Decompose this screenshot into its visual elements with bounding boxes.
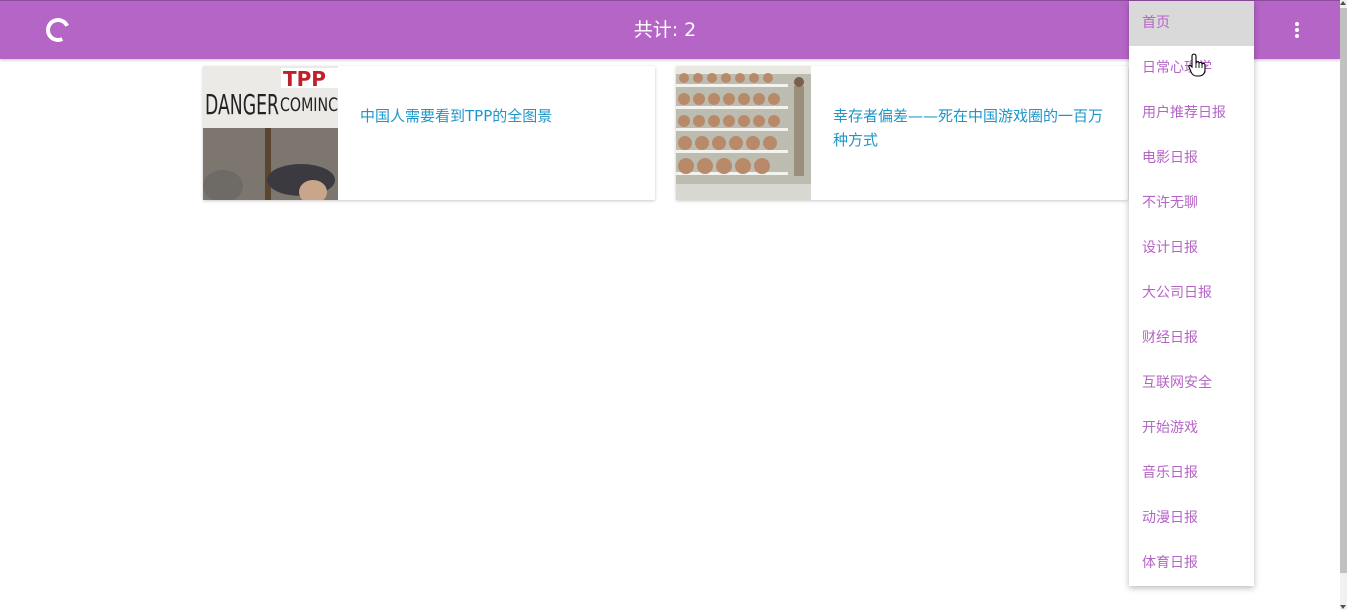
more-vert-icon[interactable] [1287,20,1307,40]
sign-text: DANGER [205,88,279,121]
sign-text: COMINC [280,94,338,116]
article-title-link[interactable]: 中国人需要看到TPP的全图景 [360,104,640,128]
scroll-down-arrow-icon[interactable] [1340,605,1346,609]
menu-item-internet-security[interactable]: 互联网安全 [1129,361,1254,406]
menu-item-sports[interactable]: 体育日报 [1129,541,1254,586]
menu-item-no-boring[interactable]: 不许无聊 [1129,181,1254,226]
sign-text: TPP [283,67,326,91]
article-thumbnail[interactable]: DANGER TPP COMINC [203,66,338,200]
menu-item-games[interactable]: 开始游戏 [1129,406,1254,451]
menu-item-home[interactable]: 首页 [1129,1,1254,46]
overflow-menu: 首页 日常心理学 用户推荐日报 电影日报 不许无聊 设计日报 大公司日报 财经日… [1129,1,1254,586]
article-card[interactable]: 幸存者偏差——死在中国游戏圈的一百万种方式 [676,66,1128,200]
article-title-link[interactable]: 幸存者偏差——死在中国游戏圈的一百万种方式 [833,104,1113,152]
menu-item-user-recommend[interactable]: 用户推荐日报 [1129,91,1254,136]
menu-item-music[interactable]: 音乐日报 [1129,451,1254,496]
hand-cursor-icon [1188,53,1206,77]
menu-item-big-company[interactable]: 大公司日报 [1129,271,1254,316]
menu-item-design[interactable]: 设计日报 [1129,226,1254,271]
scroll-up-arrow-icon[interactable] [1340,1,1346,5]
article-card[interactable]: DANGER TPP COMINC 中国人需要看到TPP的全图景 [203,66,655,200]
scrollbar-thumb[interactable] [1340,8,1347,573]
vertical-scrollbar[interactable] [1340,0,1347,610]
menu-item-movie[interactable]: 电影日报 [1129,136,1254,181]
menu-item-anime[interactable]: 动漫日报 [1129,496,1254,541]
menu-item-finance[interactable]: 财经日报 [1129,316,1254,361]
article-thumbnail[interactable] [676,66,811,200]
